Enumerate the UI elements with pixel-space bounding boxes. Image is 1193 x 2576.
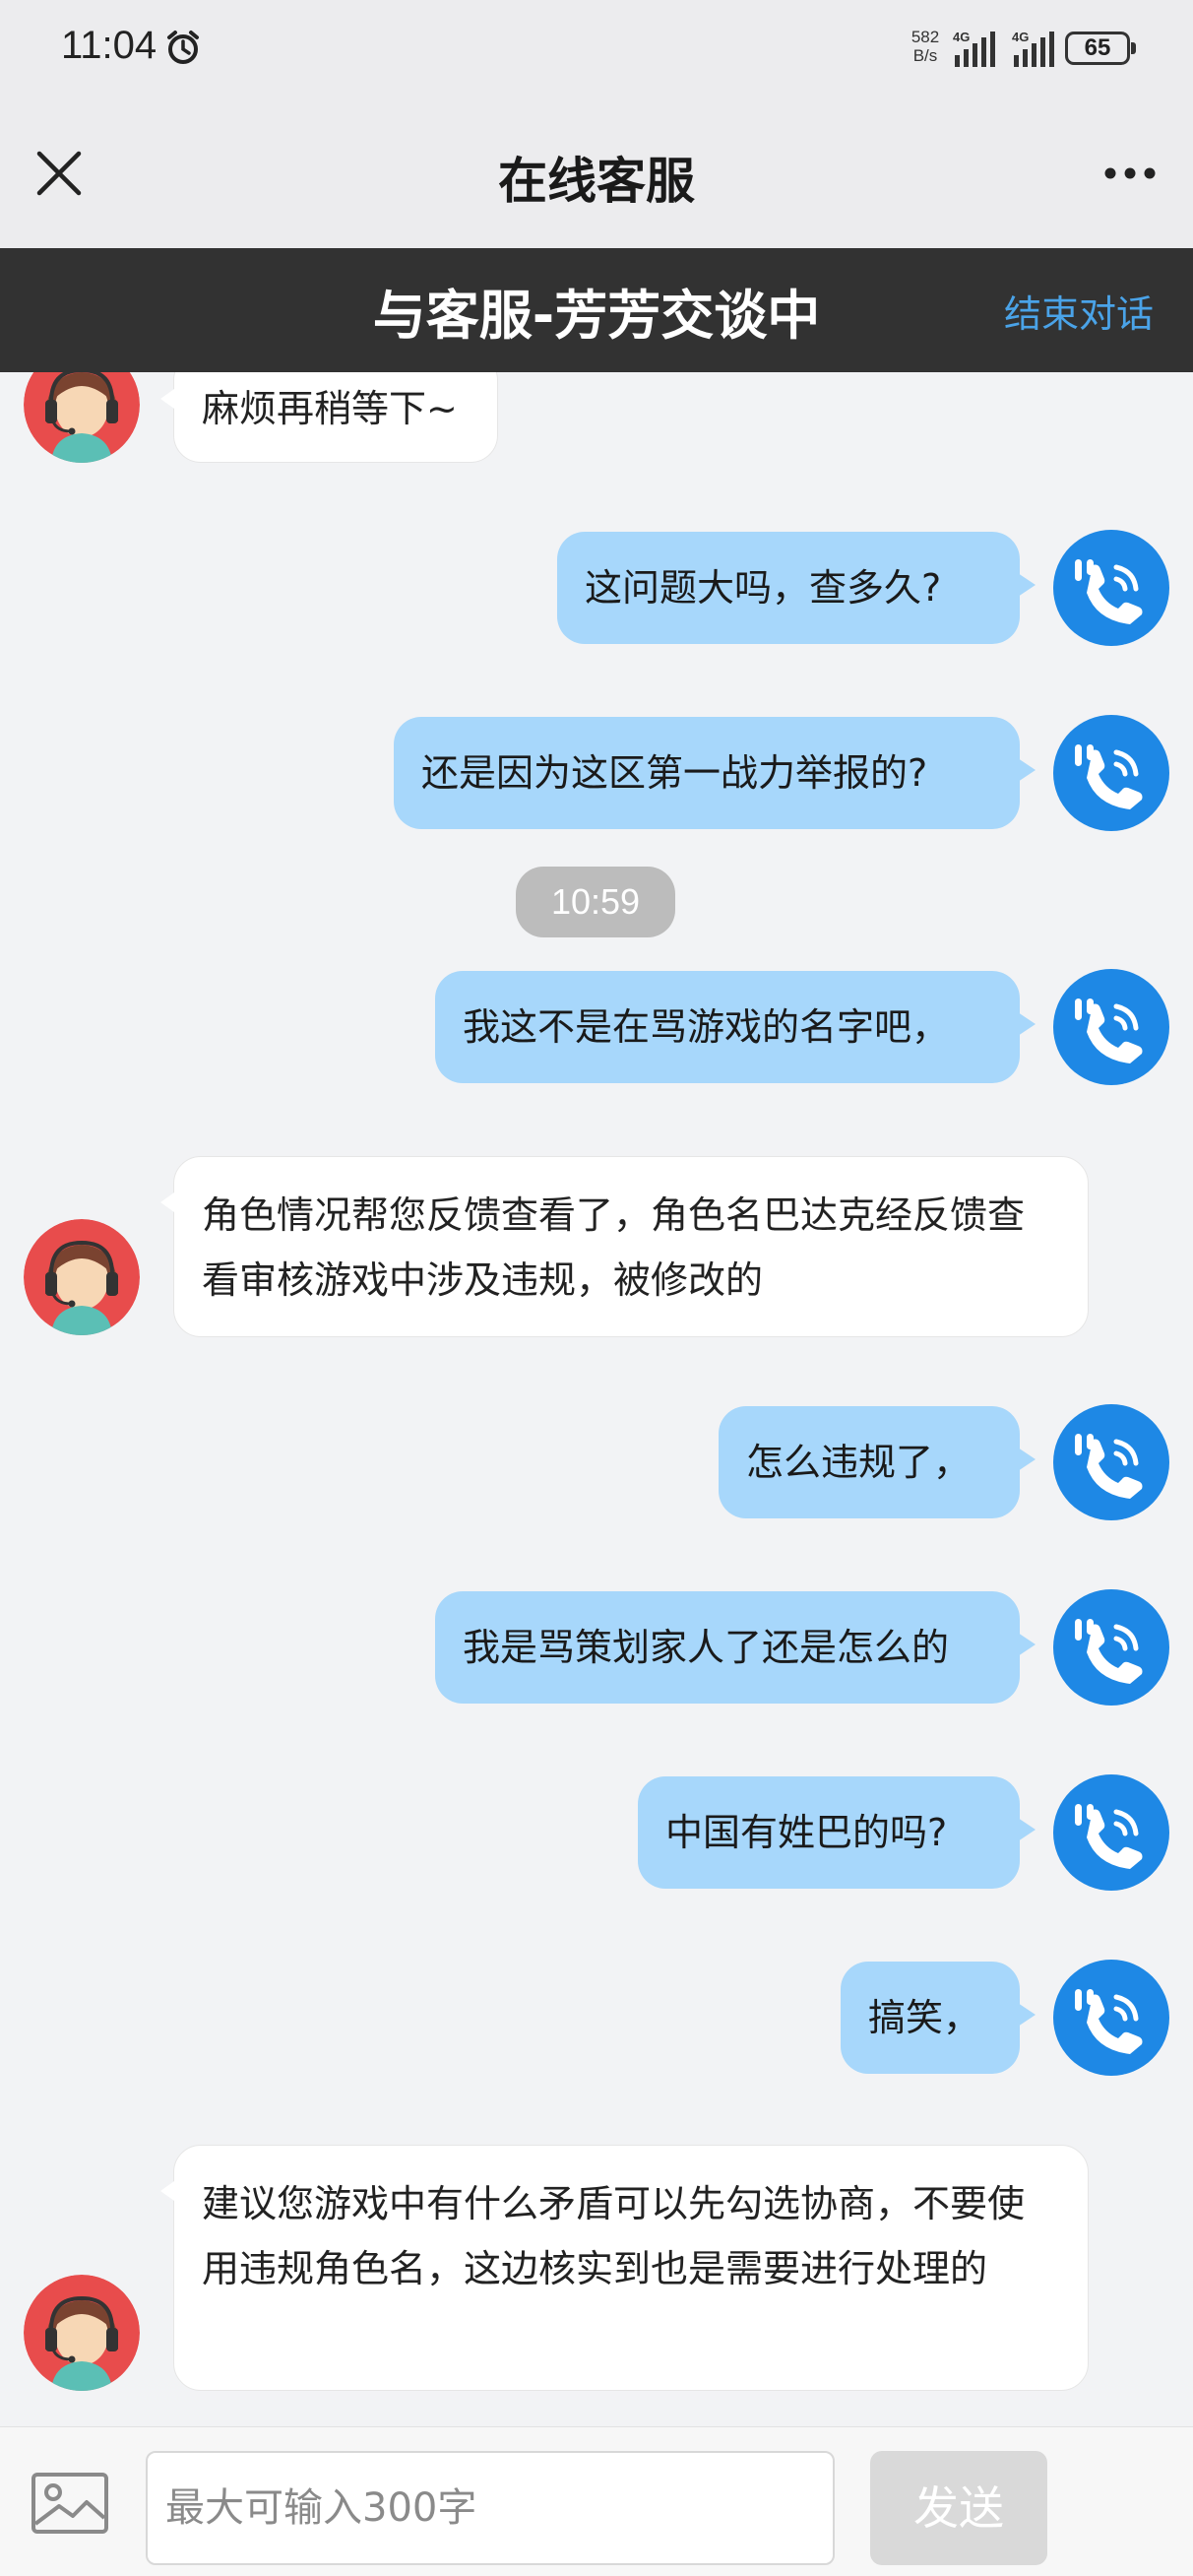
network-speed: 582 B/s: [910, 28, 940, 65]
svg-text:4G: 4G: [1012, 30, 1029, 44]
phone-icon: [1053, 530, 1169, 646]
user-avatar: [1053, 1589, 1169, 1706]
phone-icon: [1053, 969, 1169, 1085]
agent-avatar: [24, 1219, 140, 1335]
image-icon[interactable]: [30, 2469, 110, 2538]
agent-message: 建议您游戏中有什么矛盾可以先勾选协商，不要使用违规角色名，这边核实到也是需要进行…: [160, 2145, 1089, 2391]
user-message: 怎么违规了，: [719, 1406, 1036, 1518]
page-title: 在线客服: [498, 153, 695, 210]
phone-icon: [1053, 1960, 1169, 2076]
user-avatar: [1053, 969, 1169, 1085]
agent-banner: 与客服-芳芳交谈中 结束对话: [0, 248, 1193, 372]
chat-area[interactable]: 与客服-芳芳交谈中 结束对话 麻烦再稍等下~ 这问题大吗，查多久? 还是因为这区…: [0, 248, 1193, 2426]
user-message: 我是骂策划家人了还是怎么的: [435, 1591, 1036, 1704]
user-avatar: [1053, 715, 1169, 831]
timestamp-pill: 10:59: [516, 867, 675, 937]
user-avatar: [1053, 530, 1169, 646]
phone-icon: [1053, 715, 1169, 831]
user-avatar: [1053, 1960, 1169, 2076]
user-message: 中国有姓巴的吗?: [638, 1776, 1036, 1889]
signal-4g-2-icon: 4G: [1012, 30, 1054, 67]
user-avatar: [1053, 1404, 1169, 1520]
alarm-icon: [167, 31, 199, 64]
phone-icon: [1053, 1404, 1169, 1520]
signal-4g-icon: 4G: [953, 30, 995, 67]
battery-indicator: 65: [1065, 32, 1136, 65]
user-avatar: [1053, 1774, 1169, 1891]
user-message: 这问题大吗，查多久?: [557, 532, 1036, 644]
more-options-icon[interactable]: [1099, 150, 1162, 197]
status-time: 11:04: [61, 24, 157, 67]
svg-text:4G: 4G: [953, 30, 970, 44]
phone-icon: [1053, 1774, 1169, 1891]
status-bar: 11:04 582 B/s 4G 4G 65: [0, 0, 1193, 98]
input-bar: 发送: [0, 2426, 1193, 2576]
user-message: 我这不是在骂游戏的名字吧，: [435, 971, 1036, 1083]
user-message: 还是因为这区第一战力举报的?: [394, 717, 1036, 829]
send-button[interactable]: 发送: [870, 2451, 1047, 2565]
app-header: 在线客服: [0, 98, 1193, 248]
status-indicators: 582 B/s 4G 4G 65: [904, 26, 1136, 73]
user-message: 搞笑，: [841, 1962, 1036, 2074]
agent-message: 角色情况帮您反馈查看了，角色名巴达克经反馈查看审核游戏中涉及违规，被修改的: [160, 1156, 1089, 1337]
message-input[interactable]: [146, 2451, 835, 2565]
agent-avatar: [24, 2275, 140, 2391]
phone-icon: [1053, 1589, 1169, 1706]
end-chat-link[interactable]: 结束对话: [1004, 284, 1154, 338]
